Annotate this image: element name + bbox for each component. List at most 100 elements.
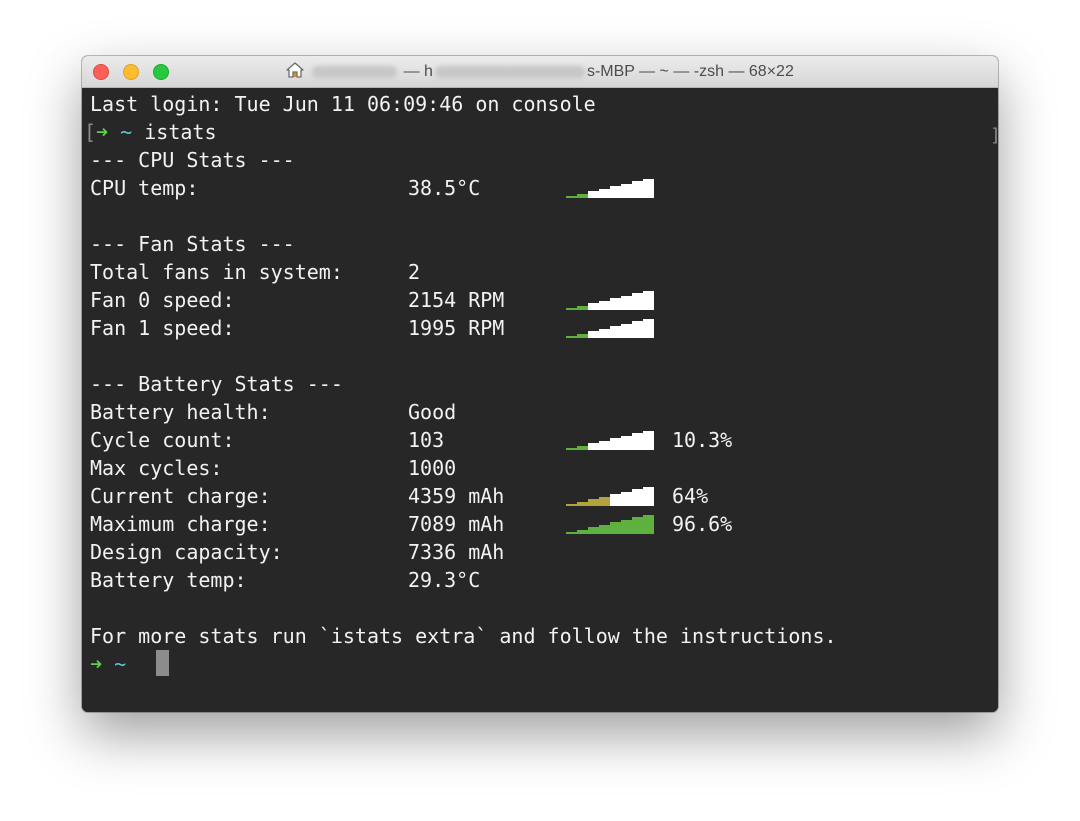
cpu-temp-label: CPU temp:: [90, 176, 199, 200]
sparkline-bar: [577, 194, 588, 198]
sparkline-bar: [621, 520, 632, 534]
sparkline-bar: [566, 504, 577, 506]
sparkline-bar: [632, 321, 643, 338]
sparkline-bar: [599, 189, 610, 198]
redacted-text: [434, 65, 585, 78]
sparkline-bar: [577, 502, 588, 506]
sparkline-bar: [643, 515, 654, 534]
sparkline-bar: [621, 436, 632, 450]
sparkline-bar: [643, 291, 654, 310]
cpu-temp-sparkline: [566, 178, 654, 198]
footer-line: For more stats run `istats extra` and fo…: [90, 624, 837, 648]
bracket-right: ]: [990, 122, 998, 150]
maximum-charge-sparkline: [566, 514, 654, 534]
current-prompt: ➜ ~: [90, 650, 126, 678]
battery-header: --- Battery Stats ---: [90, 372, 343, 396]
battery-health-value: Good: [408, 400, 457, 424]
current-charge-sparkline: [566, 486, 654, 506]
prompt-tilde: ~: [114, 652, 127, 676]
command-text: istats: [144, 120, 217, 144]
sparkline-bar: [566, 308, 577, 310]
cycle-count-value: 103: [408, 428, 445, 452]
cycle-count-label: Cycle count:: [90, 428, 235, 452]
fans-value: 2: [408, 260, 421, 284]
sparkline-bar: [643, 319, 654, 338]
sparkline-bar: [610, 298, 621, 310]
sparkline-bar: [588, 331, 599, 338]
fan0-sparkline: [566, 290, 654, 310]
sparkline-bar: [621, 296, 632, 310]
sparkline-bar: [566, 336, 577, 338]
sparkline-bar: [643, 487, 654, 506]
fan1-sparkline: [566, 318, 654, 338]
current-charge-value: 4359 mAh: [408, 484, 505, 508]
max-cycles-label: Max cycles:: [90, 456, 223, 480]
sparkline-bar: [599, 329, 610, 338]
fans-label: Total fans in system:: [90, 260, 343, 284]
fan1-value: 1995 RPM: [408, 316, 505, 340]
sparkline-bar: [599, 525, 610, 534]
sparkline-bar: [577, 306, 588, 310]
sparkline-bar: [610, 522, 621, 534]
sparkline-bar: [610, 494, 621, 506]
sparkline-bar: [621, 492, 632, 506]
cycle-count-percent: 10.3%: [672, 428, 733, 452]
sparkline-bar: [643, 431, 654, 450]
maximum-charge-percent: 96.6%: [672, 512, 733, 536]
cpu-header: --- CPU Stats ---: [90, 148, 295, 172]
sparkline-bar: [577, 530, 588, 534]
fan0-value: 2154 RPM: [408, 288, 505, 312]
cycle-count-sparkline: [566, 430, 654, 450]
sparkline-bar: [566, 196, 577, 198]
sparkline-bar: [577, 334, 588, 338]
sparkline-bar: [588, 499, 599, 506]
sparkline-bar: [632, 517, 643, 534]
battery-temp-label: Battery temp:: [90, 568, 247, 592]
design-capacity-label: Design capacity:: [90, 540, 283, 564]
sparkline-bar: [599, 441, 610, 450]
sparkline-bar: [610, 186, 621, 198]
design-capacity-value: 7336 mAh: [408, 540, 505, 564]
home-icon: [286, 62, 304, 83]
prompt-line: [➜ ~ istats: [84, 120, 217, 144]
sparkline-bar: [632, 433, 643, 450]
battery-temp-value: 29.3°C: [408, 568, 481, 592]
terminal-window: — h s-MBP — ~ — -zsh — 68×22 Last login: …: [82, 56, 998, 712]
last-login-line: Last login: Tue Jun 11 06:09:46 on conso…: [90, 92, 596, 116]
redacted-text: [312, 65, 398, 78]
sparkline-bar: [599, 497, 610, 506]
sparkline-bar: [588, 527, 599, 534]
sparkline-bar: [588, 191, 599, 198]
sparkline-bar: [588, 303, 599, 310]
sparkline-bar: [566, 448, 577, 450]
sparkline-bar: [610, 438, 621, 450]
current-charge-percent: 64%: [672, 484, 709, 508]
cpu-temp-value: 38.5°C: [408, 176, 481, 200]
sparkline-bar: [577, 446, 588, 450]
sparkline-bar: [632, 489, 643, 506]
maximum-charge-value: 7089 mAh: [408, 512, 505, 536]
fan-header: --- Fan Stats ---: [90, 232, 295, 256]
sparkline-bar: [610, 326, 621, 338]
window-title: — h s-MBP — ~ — -zsh — 68×22: [82, 62, 998, 83]
sparkline-bar: [643, 179, 654, 198]
maximum-charge-label: Maximum charge:: [90, 512, 271, 536]
title-prefix: h: [424, 63, 433, 80]
sparkline-bar: [632, 293, 643, 310]
terminal-content[interactable]: Last login: Tue Jun 11 06:09:46 on conso…: [82, 88, 998, 712]
fan1-label: Fan 1 speed:: [90, 316, 235, 340]
title-bar[interactable]: — h s-MBP — ~ — -zsh — 68×22: [82, 56, 998, 88]
prompt-arrow-icon: ➜: [90, 652, 103, 676]
prompt-arrow-icon: ➜: [96, 120, 109, 144]
title-suffix: s-MBP — ~ — -zsh — 68×22: [586, 63, 794, 80]
sparkline-bar: [632, 181, 643, 198]
fan0-label: Fan 0 speed:: [90, 288, 235, 312]
battery-health-label: Battery health:: [90, 400, 271, 424]
current-charge-label: Current charge:: [90, 484, 271, 508]
sparkline-bar: [621, 324, 632, 338]
sparkline-bar: [599, 301, 610, 310]
sparkline-bar: [566, 532, 577, 534]
sparkline-bar: [588, 443, 599, 450]
text-cursor: [156, 650, 169, 676]
max-cycles-value: 1000: [408, 456, 457, 480]
